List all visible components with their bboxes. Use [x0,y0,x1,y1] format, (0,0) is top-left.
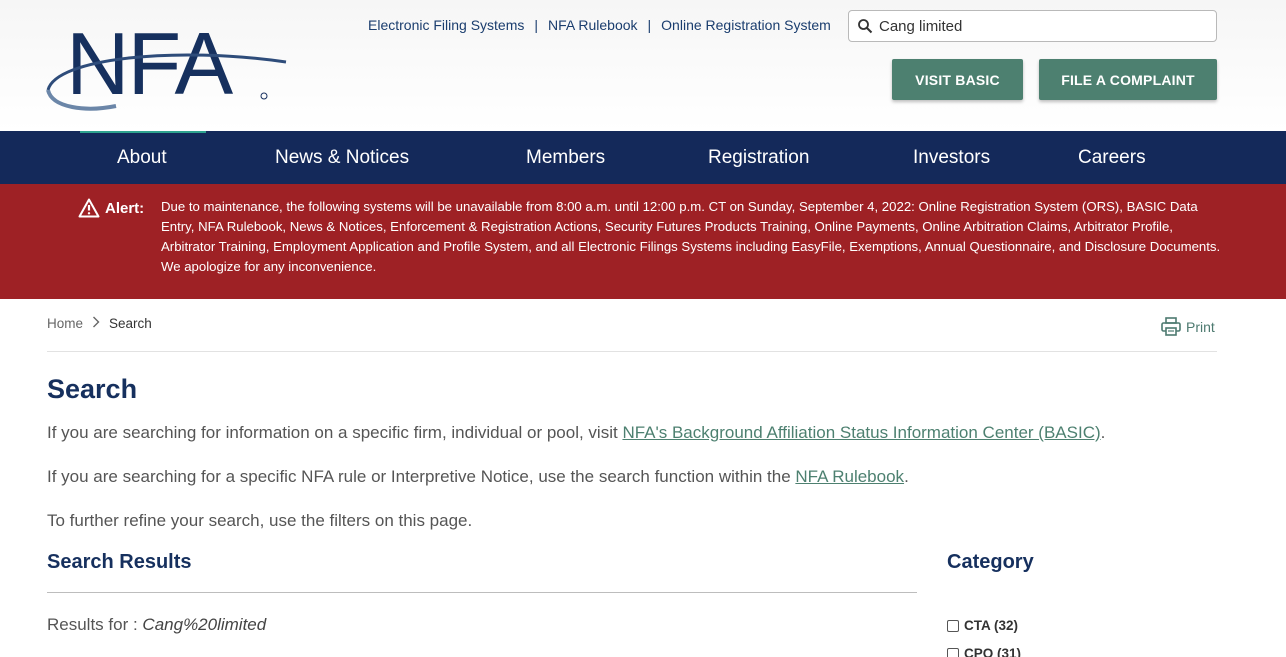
paragraph-text: If you are searching for information on … [47,423,623,442]
breadcrumb: Home Search [47,316,152,331]
nav-item-careers[interactable]: Careers [1078,131,1146,184]
alert-label-text: Alert: [105,199,145,217]
paragraph-end: . [904,467,909,486]
results-divider [47,592,917,593]
filter-hint-paragraph: To further refine your search, use the f… [47,511,473,530]
site-search [848,10,1217,42]
print-button[interactable]: Print [1161,317,1215,336]
search-results-heading: Search Results [47,551,192,573]
results-for-line: Results for : Cang%20limited [47,615,266,635]
chevron-right-icon [92,316,100,331]
search-icon[interactable] [857,18,873,34]
link-online-registration[interactable]: Online Registration System [661,17,831,33]
category-label: CPO (31) [964,646,1022,657]
link-nfa-rulebook[interactable]: NFA Rulebook [548,17,638,33]
paragraph-text: If you are searching for a specific NFA … [47,467,796,486]
category-filter-cta[interactable]: CTA (32) [947,618,1018,633]
nav-item-registration[interactable]: Registration [708,131,809,184]
nav-item-about[interactable]: About [117,131,167,184]
link-electronic-filing[interactable]: Electronic Filing Systems [368,17,524,33]
breadcrumb-home[interactable]: Home [47,316,83,331]
checkbox[interactable] [947,647,959,657]
maintenance-alert: Alert: Due to maintenance, the following… [0,184,1286,299]
results-query: Cang%20limited [142,615,267,634]
basic-info-paragraph: If you are searching for information on … [47,423,1105,443]
category-filter-cpo[interactable]: CPO (31) [947,646,1021,657]
print-label: Print [1186,318,1215,335]
alert-label: Alert: [78,198,144,218]
rulebook-link[interactable]: NFA Rulebook [795,467,904,486]
search-input[interactable] [879,17,1199,35]
paragraph-end: . [1100,423,1106,442]
divider [47,351,1217,352]
category-heading: Category [947,551,1034,573]
printer-icon [1161,317,1181,336]
warning-icon [78,198,100,218]
file-complaint-button[interactable]: FILE A COMPLAINT [1039,59,1217,100]
results-label: Results for : [47,615,143,634]
nav-item-investors[interactable]: Investors [913,131,990,184]
breadcrumb-current: Search [109,316,152,331]
alert-message: Due to maintenance, the following system… [161,199,1221,274]
rulebook-paragraph: If you are searching for a specific NFA … [47,467,909,487]
site-header: NFA Electronic Filing Systems | NFA Rule… [0,0,1286,131]
visit-basic-button[interactable]: VISIT BASIC [892,59,1023,100]
category-label: CTA (32) [964,618,1018,633]
main-nav: About News & Notices Members Registratio… [0,131,1286,184]
page-title: Search [47,374,138,404]
basic-link[interactable]: NFA's Background Affiliation Status Info… [622,423,1100,442]
checkbox[interactable] [947,619,959,632]
link-separator: | [534,17,539,33]
nav-item-news-notices[interactable]: News & Notices [275,131,409,184]
utility-links: Electronic Filing Systems | NFA Rulebook… [368,17,831,33]
link-separator: | [647,17,652,33]
nfa-logo[interactable]: NFA [46,14,291,116]
nav-item-members[interactable]: Members [526,131,605,184]
